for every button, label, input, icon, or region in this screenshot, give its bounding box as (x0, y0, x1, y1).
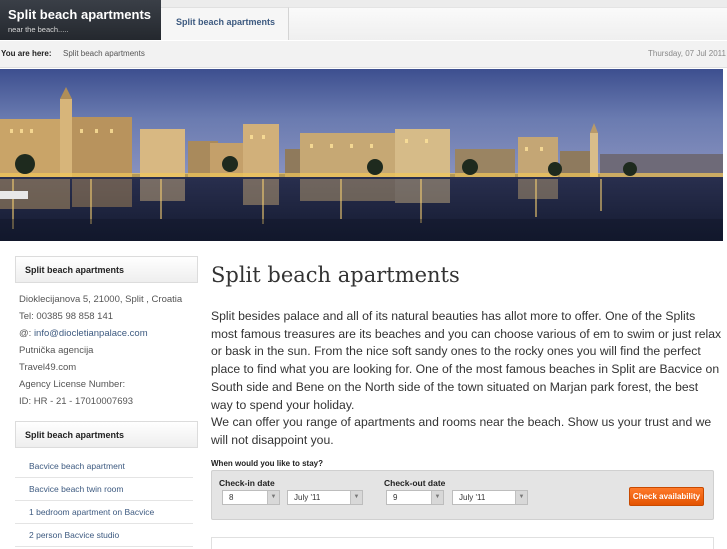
chevron-down-icon: ▼ (431, 491, 443, 504)
nav-tab-home[interactable]: Split beach apartments (161, 7, 289, 40)
site-header: Split beach apartments near the beach...… (0, 0, 727, 40)
page-title: Split beach apartments (211, 263, 460, 287)
checkout-month-select[interactable]: July '11 ▼ (452, 490, 528, 505)
checkin-label: Check-in date (219, 478, 275, 488)
checkin-day-value: 8 (229, 493, 234, 502)
checkin-month-value: July '11 (294, 493, 321, 502)
check-availability-button[interactable]: Check availability (629, 487, 704, 506)
sidebar-link-bacvice-beach-apartment[interactable]: Bacvice beach apartment (15, 455, 193, 478)
description-paragraph-2: We can offer you range of apartments and… (211, 415, 712, 447)
contact-website: Travel49.com (19, 362, 77, 373)
booking-question: When would you like to stay? (211, 459, 324, 468)
banner-panorama-image (0, 69, 723, 241)
contact-email-row: @: info@diocletianpalace.com (19, 325, 148, 342)
checkout-label: Check-out date (384, 478, 446, 488)
contact-email-prefix: @: (19, 328, 34, 339)
contact-email-link[interactable]: info@diocletianpalace.com (34, 328, 148, 339)
site-title: Split beach apartments (8, 7, 152, 22)
sidebar-link-1-bedroom-apartment[interactable]: 1 bedroom apartment on Bacvice (15, 501, 193, 524)
contact-license-label: Agency License Number: (19, 379, 126, 390)
contact-license-id: ID: HR - 21 - 17010007693 (19, 396, 134, 407)
sidebar-contact-heading: Split beach apartments (15, 256, 198, 283)
main-description: Split besides palace and all of its natu… (211, 308, 723, 450)
contact-phone: Tel: 00385 98 858 141 (19, 311, 114, 322)
current-date: Thursday, 07 Jul 2011 (648, 49, 726, 58)
sidebar-apartments-heading: Split beach apartments (15, 421, 198, 448)
chevron-down-icon: ▼ (350, 491, 362, 504)
sidebar-link-2-person-studio[interactable]: 2 person Bacvice studio (15, 524, 193, 547)
chevron-down-icon: ▼ (515, 491, 527, 504)
checkin-month-select[interactable]: July '11 ▼ (287, 490, 363, 505)
contact-address: Dioklecijanova 5, 21000, Split , Croatia (19, 294, 183, 305)
contact-agency: Putnička agencija (19, 345, 94, 356)
site-subtitle: near the beach..... (8, 25, 69, 34)
breadcrumb-current: Split beach apartments (63, 49, 145, 58)
sidebar-link-bacvice-twin-room[interactable]: Bacvice beach twin room (15, 478, 193, 501)
content-box-below (211, 537, 714, 549)
chevron-down-icon: ▼ (267, 491, 279, 504)
checkin-day-select[interactable]: 8 ▼ (222, 490, 280, 505)
description-paragraph-1: Split besides palace and all of its natu… (211, 309, 722, 412)
booking-form: Check-in date 8 ▼ July '11 ▼ Check-out d… (211, 470, 714, 520)
checkout-day-value: 9 (393, 493, 398, 502)
breadcrumb-label: You are here: (1, 49, 52, 58)
checkout-month-value: July '11 (459, 493, 486, 502)
checkout-day-select[interactable]: 9 ▼ (386, 490, 444, 505)
nav-bar-filler (289, 7, 727, 40)
breadcrumb: You are here: Split beach apartments Thu… (0, 41, 727, 68)
site-brand[interactable]: Split beach apartments near the beach...… (0, 0, 161, 40)
